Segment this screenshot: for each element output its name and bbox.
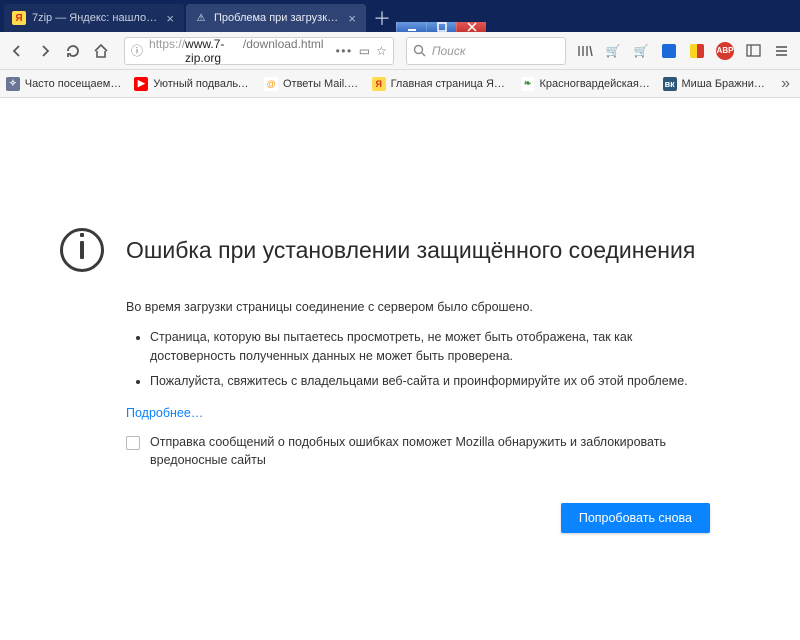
error-heading: Ошибка при установлении защищённого соед… bbox=[126, 237, 695, 264]
tab-close-icon[interactable]: × bbox=[164, 11, 176, 26]
bookmarks-overflow-icon[interactable]: » bbox=[781, 75, 794, 93]
tab-strip: Я 7zip — Яндекс: нашлось 674 т × ⚠ Пробл… bbox=[0, 0, 800, 32]
info-icon bbox=[60, 228, 104, 272]
extension-blue-icon[interactable] bbox=[660, 42, 678, 60]
tab-close-icon[interactable]: × bbox=[346, 11, 358, 26]
library-icon[interactable] bbox=[576, 42, 594, 60]
bookmark-mailru[interactable]: @Ответы Mail.Ru bbox=[264, 77, 360, 91]
tab-title: Проблема при загрузке стра bbox=[214, 12, 340, 24]
error-detail-item: Страница, которую вы пытаетесь просмотре… bbox=[150, 328, 740, 366]
cart-icon-1[interactable]: 🛒 bbox=[604, 42, 622, 60]
url-path: /download.html bbox=[243, 37, 324, 65]
search-placeholder: Поиск bbox=[432, 44, 466, 58]
home-button[interactable] bbox=[90, 40, 112, 62]
retry-button[interactable]: Попробовать снова bbox=[561, 503, 710, 533]
url-host: www.7-zip.org bbox=[185, 37, 243, 65]
bookmark-yandex[interactable]: ЯГлавная страница Ян… bbox=[372, 77, 509, 91]
bookmark-krasnogvardeyskaya[interactable]: ❧Красногвардейская … bbox=[521, 77, 651, 91]
url-protocol: https:// bbox=[149, 37, 185, 65]
report-row: Отправка сообщений о подобных ошибках по… bbox=[60, 434, 740, 469]
navigation-bar: ⓘ https:// www.7-zip.org /download.html … bbox=[0, 32, 800, 70]
error-content: Ошибка при установлении защищённого соед… bbox=[0, 98, 800, 573]
bookmark-youtube[interactable]: ▶Уютный подвальчик bbox=[134, 77, 252, 91]
extension-yellow-icon[interactable] bbox=[688, 42, 706, 60]
bookmark-frequent[interactable]: ✧Часто посещаемые bbox=[6, 77, 122, 91]
new-tab-button[interactable]: ＋ bbox=[368, 4, 396, 32]
bookmark-star-icon[interactable]: ☆ bbox=[376, 44, 387, 58]
tab-title: 7zip — Яндекс: нашлось 674 т bbox=[32, 12, 158, 24]
tab-favicon-yandex: Я bbox=[12, 11, 26, 25]
cart-icon-2[interactable]: 🛒 bbox=[632, 42, 650, 60]
sidebar-icon[interactable] bbox=[744, 42, 762, 60]
bookmark-vk[interactable]: вкМиша Бражников bbox=[663, 77, 769, 91]
window-close-button[interactable] bbox=[456, 22, 486, 32]
window-maximize-button[interactable] bbox=[426, 22, 456, 32]
page-actions-icon[interactable]: ••• bbox=[336, 44, 353, 58]
tab-yandex[interactable]: Я 7zip — Яндекс: нашлось 674 т × bbox=[4, 4, 184, 32]
error-detail-item: Пожалуйста, свяжитесь с владельцами веб-… bbox=[150, 372, 740, 391]
report-checkbox[interactable] bbox=[126, 436, 140, 450]
back-button[interactable] bbox=[6, 40, 28, 62]
tab-favicon-warning: ⚠ bbox=[194, 11, 208, 25]
learn-more-link[interactable]: Подробнее… bbox=[60, 406, 740, 420]
forward-button[interactable] bbox=[34, 40, 56, 62]
error-details-list: Страница, которую вы пытаетесь просмотре… bbox=[60, 328, 740, 390]
error-summary: Во время загрузки страницы соединение с … bbox=[60, 300, 740, 314]
search-icon bbox=[413, 44, 426, 57]
bookmarks-bar: ✧Часто посещаемые ▶Уютный подвальчик @От… bbox=[0, 70, 800, 98]
url-bar[interactable]: ⓘ https:// www.7-zip.org /download.html … bbox=[124, 37, 394, 65]
reload-button[interactable] bbox=[62, 40, 84, 62]
app-menu-icon[interactable] bbox=[772, 42, 790, 60]
abp-icon[interactable]: ABP bbox=[716, 42, 734, 60]
window-minimize-button[interactable] bbox=[396, 22, 426, 32]
site-info-icon[interactable]: ⓘ bbox=[131, 42, 143, 59]
tab-error-page[interactable]: ⚠ Проблема при загрузке стра × bbox=[186, 4, 366, 32]
reader-mode-icon[interactable]: ▭ bbox=[359, 44, 370, 58]
toolbar-right: 🛒 🛒 ABP bbox=[572, 42, 794, 60]
search-box[interactable]: Поиск bbox=[406, 37, 566, 65]
report-label: Отправка сообщений о подобных ошибках по… bbox=[150, 434, 710, 469]
